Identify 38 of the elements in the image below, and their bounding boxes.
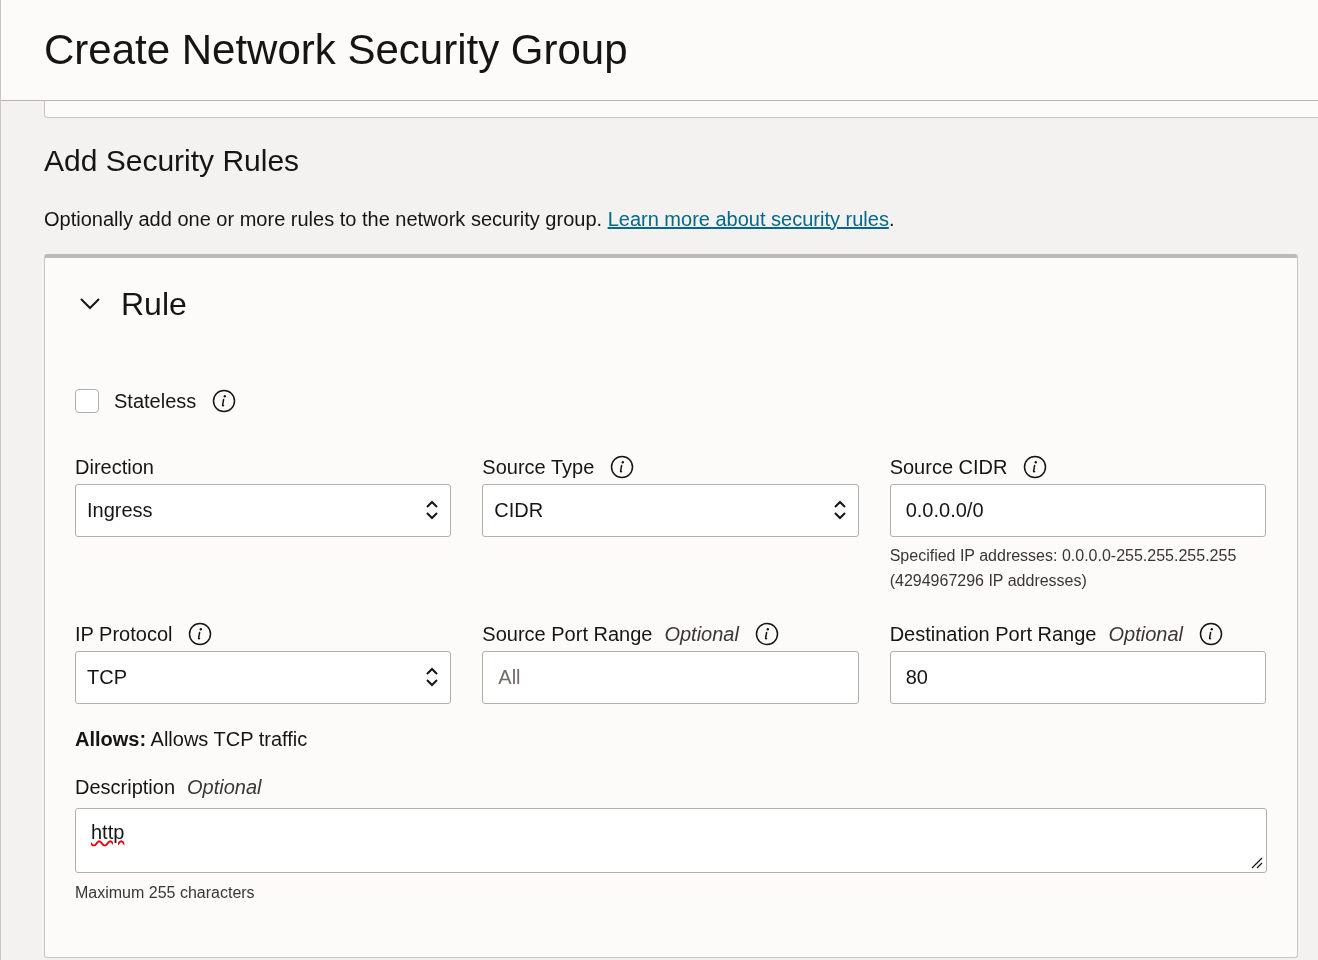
rule-title: Rule <box>121 284 187 324</box>
field-label: Source Type <box>482 454 595 480</box>
field-label: IP Protocol <box>75 621 173 647</box>
info-icon[interactable] <box>754 621 779 646</box>
field-label: Description <box>75 774 176 800</box>
section-title: Add Security Rules <box>44 143 301 179</box>
description-textarea[interactable]: http <box>75 807 1267 873</box>
select-field[interactable]: Ingress <box>75 483 452 537</box>
allows-text: Allows: Allows TCP traffic <box>75 726 309 752</box>
updown-caret-icon <box>832 498 847 522</box>
select-field[interactable]: TCP <box>75 650 452 704</box>
input-field[interactable]: 80 <box>889 650 1266 704</box>
info-icon[interactable] <box>1023 454 1048 479</box>
optional-label: Optional <box>187 774 262 800</box>
resize-handle-icon[interactable] <box>1251 856 1263 869</box>
updown-caret-icon <box>425 498 440 522</box>
updown-caret-icon <box>425 665 440 689</box>
info-icon[interactable] <box>188 621 213 646</box>
page-title: Create Network Security Group <box>44 29 628 71</box>
info-icon[interactable] <box>1198 621 1223 646</box>
input-field[interactable]: 0.0.0.0/0 <box>889 483 1266 537</box>
field-label: Source CIDR <box>889 454 1008 480</box>
field-label: Direction <box>75 454 154 480</box>
intro-text: Optionally add one or more rules to the network security group. Learn more about security rules. <box>44 206 896 232</box>
field-label: Destination Port Range <box>889 621 1097 647</box>
info-icon[interactable] <box>610 454 635 479</box>
optional-label: Optional <box>1108 621 1183 647</box>
stateless-label: Stateless <box>114 388 197 414</box>
optional-label: Optional <box>664 621 739 647</box>
info-icon[interactable] <box>212 388 237 413</box>
field-label: Source Port Range <box>482 621 653 647</box>
chevron-icon[interactable] <box>79 296 101 311</box>
helper-text: Maximum 255 characters <box>75 882 256 903</box>
stateless-checkbox[interactable] <box>75 388 99 413</box>
input-field[interactable]: All <box>482 650 859 704</box>
helper-text: Specified IP addresses: 0.0.0.0-255.255.255.255 (4294967296 IP addresses) <box>889 545 1238 591</box>
learn-more-link[interactable]: Learn more about security rules <box>607 207 889 230</box>
select-field[interactable]: CIDR <box>482 483 859 537</box>
